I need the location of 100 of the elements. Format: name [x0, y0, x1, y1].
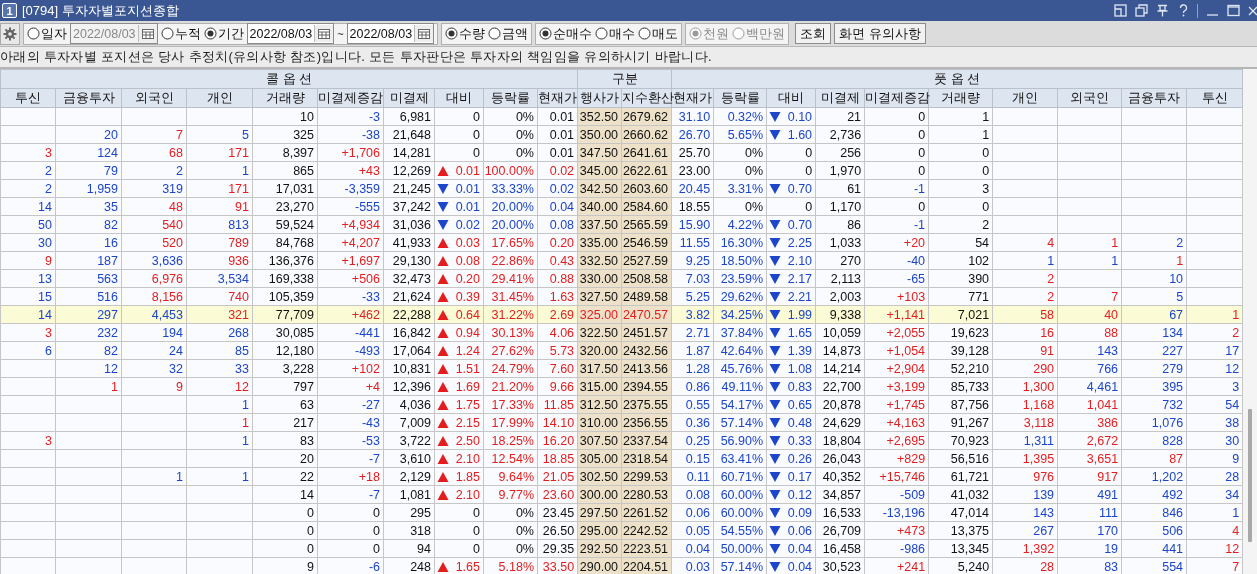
- column-group-header: 콜 옵 션: [0, 69, 578, 89]
- table-cell: 1.65: [455, 558, 480, 574]
- radio-icon[interactable]: [488, 27, 502, 40]
- table-cell: 1.99: [787, 306, 813, 323]
- radio-button[interactable]: 순매수: [539, 24, 593, 43]
- table-cell: 0.01: [455, 198, 480, 215]
- table-row[interactable]: 15 516 8,156 740 105,359 -33 21,624 0.39 31.45% 1.63 327.50 2489.58 5.25 29.62% 2.21 2,003 +103 771 2 7 5: [0, 287, 1243, 306]
- radio-icon[interactable]: [160, 27, 174, 40]
- table-row[interactable]: 14 35 48 91 23,270 -555 37,242 0.01 20.00% 0.04 340.00 2584.60 18.55 0% 0 1,170 0 0: [0, 197, 1243, 216]
- radio-button[interactable]: 기간: [203, 24, 244, 43]
- table-cell: 0.65: [787, 396, 813, 413]
- table-row[interactable]: 10 -3 6,981 0 0% 0.01 352.50 2679.62 31.10 0.32% 0.10 21 0 1: [0, 107, 1243, 126]
- table-cell: 0.12: [787, 486, 813, 503]
- calendar-icon: [141, 28, 154, 39]
- radio-button[interactable]: 매수: [595, 24, 636, 43]
- table-cell: 0.02: [455, 216, 480, 233]
- table-cell: 1.60: [787, 126, 813, 143]
- table-row[interactable]: 20 -7 3,610 2.10 12.54% 18.85 305.00 2318.54 0.15 63.41% 0.26 26,043 +829 56,516 1,395 3,651 87 9: [0, 449, 1243, 468]
- table-cell: 0.26: [787, 450, 813, 467]
- table-cell: 0.06: [787, 522, 813, 539]
- table-row[interactable]: 0 0 94 0 0% 29.35 292.50 2223.51 0.04 50.00% 0.04 16,458 -986 13,345 1,392 19 441 12: [0, 539, 1243, 558]
- table-cell: 0.70: [787, 180, 813, 197]
- radio-button[interactable]: 매도: [638, 24, 679, 43]
- table-cell: 0.10: [787, 108, 813, 125]
- table-cell: 0.01: [455, 180, 480, 197]
- calendar-button[interactable]: [414, 25, 434, 42]
- table-cell: 0.04: [787, 558, 813, 574]
- calendar-icon: [318, 28, 331, 39]
- radio-icon[interactable]: [638, 27, 652, 40]
- table-row[interactable]: 13 563 6,976 3,534 169,338 +506 32,473 0.20 29.41% 0.88 330.00 2508.58 7.03 23.59% 2.17 2,113 -65 390 2 10: [0, 269, 1243, 288]
- table-row[interactable]: 50 82 540 813 59,524 +4,934 31,036 0.02 20.00% 0.08 337.50 2565.59 15.90 4.22% 0.70 86 -1 2: [0, 215, 1243, 234]
- radio-icon[interactable]: [27, 27, 40, 40]
- column-group-header: 구분: [577, 69, 672, 89]
- action-button[interactable]: 화면 유의사항: [834, 23, 926, 44]
- radio-icon[interactable]: [595, 27, 609, 40]
- radio-button[interactable]: 수량: [445, 24, 486, 43]
- table-row[interactable]: 2 79 2 1 865 +43 12,269 0.01 100.00% 0.02 345.00 2622.61 23.00 0% 0 1,970 0 0: [0, 161, 1243, 180]
- table-row[interactable]: 30 16 520 789 84,768 +4,207 41,933 0.03 17.65% 0.20 335.00 2546.59 11.55 16.30% 2.25 1,033 +20 54 4 1 2: [0, 233, 1243, 252]
- table-cell: 2.21: [787, 288, 813, 305]
- date-field[interactable]: 2022/08/03: [346, 23, 435, 44]
- table-row[interactable]: 3 124 68 171 8,397 +1,706 14,281 0 0% 0.01 347.50 2641.61 25.70 0% 0 256 0 0: [0, 143, 1243, 162]
- table-cell: 0.04: [787, 540, 813, 557]
- range-separator: ~: [337, 27, 344, 40]
- table-row[interactable]: 0 0 295 0 0% 23.45 297.50 2261.52 0.06 60.00% 0.09 16,533 -13,196 47,014 143 111 846 1: [0, 503, 1243, 522]
- scrollbar[interactable]: [1243, 69, 1257, 574]
- table-row[interactable]: 2 1,959 319 171 17,031 -3,359 21,245 0.01 33.33% 0.02 342.50 2603.60 20.45 3.31% 0.70 61 -1 3: [0, 179, 1243, 198]
- table-cell: 2.10: [787, 252, 813, 269]
- table-cell: 0.20: [455, 270, 480, 287]
- table-row[interactable]: 9 187 3,636 936 136,376 +1,697 29,130 0.08 22.86% 0.43 332.50 2527.59 9.25 18.50% 2.10 270 -40 102 1 1 1: [0, 251, 1243, 270]
- table-row[interactable]: 6 82 24 85 12,180 -493 17,064 1.24 27.62% 5.73 320.00 2432.56 1.87 42.64% 1.39 14,873 +1,054 39,128 91 143 227 17: [0, 341, 1243, 360]
- table-row[interactable]: 1 217 -43 7,009 2.15 17.99% 14.10 310.00 2356.55 0.36 57.14% 0.48 24,629 +4,163 91,267 3,118 386 1,076 38: [0, 413, 1243, 432]
- radio-button[interactable]: 누적: [160, 24, 201, 43]
- windows-icon[interactable]: [1135, 4, 1148, 17]
- table-cell: 2.50: [455, 432, 480, 449]
- radio-icon[interactable]: [539, 27, 553, 40]
- table-cell: 0.33: [787, 432, 813, 449]
- table-row[interactable]: 14 -7 1,081 2.10 9.77% 23.60 300.00 2280.53 0.08 60.00% 0.12 34,857 -509 41,032 139 491 492 34: [0, 485, 1243, 504]
- help-icon[interactable]: [1177, 4, 1189, 17]
- table-cell: 0.83: [787, 378, 813, 395]
- table-cell: 1.65: [787, 324, 813, 341]
- table-cell: 0.17: [787, 468, 813, 485]
- table-cell: 0.03: [455, 234, 480, 251]
- table-cell: 0.08: [455, 252, 480, 269]
- close-icon[interactable]: [1248, 5, 1257, 16]
- calendar-button[interactable]: [314, 25, 334, 42]
- table-row[interactable]: 3 232 194 268 30,085 -441 16,842 0.94 30.13% 4.06 322.50 2451.57 2.71 37.84% 1.65 10,059 +2,055 19,623 16 88 134 2: [0, 323, 1243, 342]
- table-cell: 0.39: [455, 288, 480, 305]
- table-cell: 1.75: [455, 396, 480, 413]
- table-row[interactable]: 20 7 5 325 -38 21,648 0 0% 0.01 350.00 2660.62 26.70 5.65% 1.60 2,736 0 1: [0, 125, 1243, 144]
- table-cell: 2.17: [787, 270, 813, 287]
- table-cell: 0.01: [455, 162, 480, 179]
- table-cell: 1.39: [787, 342, 813, 359]
- table-cell: 0.48: [787, 414, 813, 431]
- date-field[interactable]: 2022/08/03: [246, 23, 335, 44]
- radio-button[interactable]: 일자: [27, 24, 67, 43]
- table-row[interactable]: 9 -6 248 1.65 5.18% 33.50 290.00 2204.51 0.03 57.14% 0.04 30,523 +241 5,240 28 83 554 7: [0, 557, 1243, 574]
- table-cell: 1.69: [455, 378, 480, 395]
- layout-icon[interactable]: [1114, 4, 1127, 17]
- table-row[interactable]: 1 1 22 +18 2,129 1.85 9.64% 21.05 302.50 2299.53 0.11 60.71% 0.17 40,352 +15,746 61,721 976 917 1,202 28: [0, 467, 1243, 486]
- table-row[interactable]: 1 63 -27 4,036 1.75 17.33% 11.85 312.50 2375.55 0.55 54.17% 0.65 20,878 +1,745 87,756 1,168 1,041 732 54: [0, 395, 1243, 414]
- maximize-icon[interactable]: [1227, 4, 1240, 17]
- radio-button[interactable]: 금액: [488, 24, 529, 43]
- radio-icon[interactable]: [203, 27, 217, 40]
- table-cell: 0.94: [455, 324, 480, 341]
- table-cell: 2.25: [787, 234, 813, 251]
- table-row[interactable]: 14 297 4,453 321 77,709 +462 22,288 0.64 31.22% 2.69 325.00 2470.57 3.82 34.25% 1.99 9,338 +1,141 7,021 58 40 67 1: [0, 305, 1243, 324]
- column-group-header: 풋 옵 션: [671, 69, 1243, 89]
- table-row[interactable]: 0 0 318 0 0% 26.50 295.00 2242.52 0.05 54.55% 0.06 26,709 +473 13,375 267 170 506 4: [0, 521, 1243, 540]
- table-row[interactable]: 12 32 33 3,228 +102 10,831 1.51 24.79% 7.60 317.50 2413.56 1.28 45.76% 1.08 14,214 +2,904 52,210 290 766 279 12: [0, 359, 1243, 378]
- table-cell: 0.64: [455, 306, 480, 323]
- table-cell: 1.51: [455, 360, 480, 377]
- action-button[interactable]: 조회: [795, 23, 832, 44]
- table-row[interactable]: 3 1 83 -53 3,722 2.50 18.25% 16.20 307.50 2337.54 0.25 56.90% 0.33 18,804 +2,695 70,923 1,311 2,672 828 30: [0, 431, 1243, 450]
- table-cell: 2.10: [455, 486, 480, 503]
- calendar-icon: [418, 28, 431, 39]
- table-row[interactable]: 1 9 12 797 +4 12,396 1.69 21.20% 9.66 315.00 2394.55 0.86 49.11% 0.83 22,700 +3,199 85,733 1,300 4,461 395 3: [0, 377, 1243, 396]
- settings-button[interactable]: [0, 22, 20, 45]
- pin-icon[interactable]: [1156, 4, 1169, 17]
- table-cell: 1.24: [455, 342, 480, 359]
- radio-icon[interactable]: [445, 27, 459, 40]
